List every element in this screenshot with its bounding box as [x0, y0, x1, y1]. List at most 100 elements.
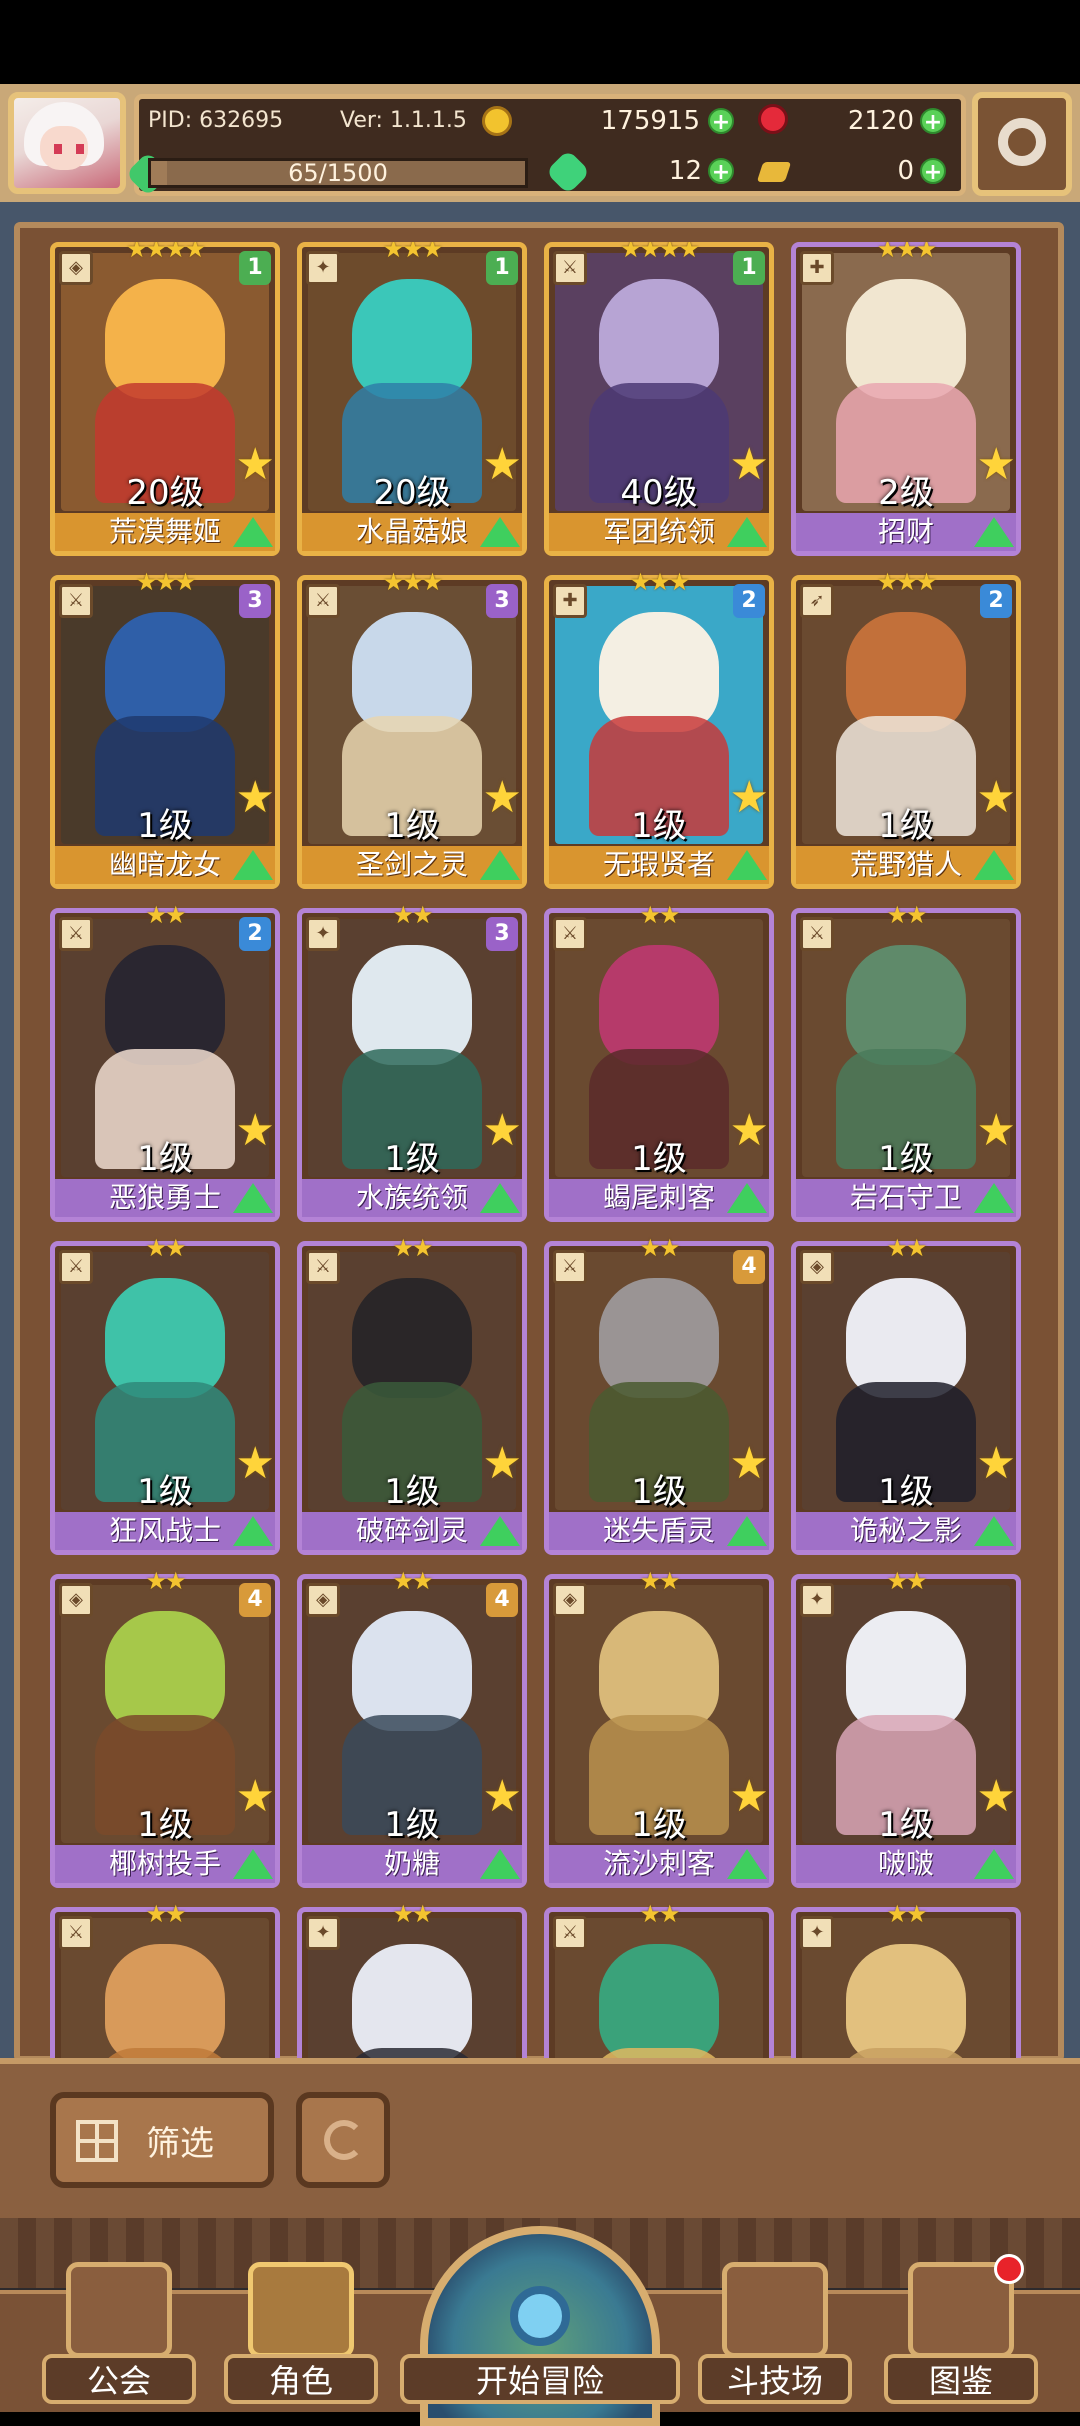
player-avatar[interactable]	[8, 92, 126, 194]
star-upgrade-icon: ★	[235, 1438, 275, 1489]
character-card[interactable]: ★★ ⚔ 2 1级 ★ 恶狼勇士	[50, 901, 280, 1222]
add-clovers-button[interactable]: +	[708, 158, 734, 185]
sword-icon: ⚔	[306, 1250, 340, 1284]
level-up-arrow-icon[interactable]	[727, 1183, 767, 1213]
level-up-arrow-icon[interactable]	[480, 1183, 520, 1213]
character-card[interactable]: ★★ ⚔ 1级 ★ 破碎剑灵	[297, 1234, 527, 1555]
character-card[interactable]: ★★ ⚔ 1级 ★ 蝎尾刺客	[544, 901, 774, 1222]
character-card[interactable]: ★★ ◈ 4 1级 ★ 奶糖	[297, 1567, 527, 1888]
portrait-hair	[352, 1611, 472, 1731]
character-card[interactable]: ★★ ⚔	[50, 1900, 280, 2062]
level-up-arrow-icon[interactable]	[480, 1516, 520, 1546]
rank-badge: 4	[239, 1583, 271, 1617]
sword-icon: ⚔	[59, 584, 93, 618]
character-card[interactable]: ★★★ ➶ 2 1级 ★ 荒野猎人	[791, 568, 1021, 889]
portrait-hair	[599, 1611, 719, 1731]
level-up-arrow-icon[interactable]	[727, 850, 767, 880]
star-upgrade-icon: ★	[235, 1771, 275, 1822]
character-card[interactable]: ★★ ✦ 1级 ★ 啵啵	[791, 1567, 1021, 1888]
portrait-hair	[599, 1944, 719, 2062]
level-up-arrow-icon[interactable]	[233, 1849, 273, 1879]
cross-icon: ✚	[553, 584, 587, 618]
level-up-arrow-icon[interactable]	[974, 1183, 1014, 1213]
character-card[interactable]: ★★ ⚔ 1级 ★ 岩石守卫	[791, 901, 1021, 1222]
avatar-eye	[54, 144, 62, 154]
character-card[interactable]: ★★ ◈ 4 1级 ★ 椰树投手	[50, 1567, 280, 1888]
portrait-hair	[105, 945, 225, 1065]
character-card[interactable]: ★★ ✦ 3 1级 ★ 水族统领	[297, 901, 527, 1222]
character-card[interactable]: ★★ ⚔ 1级 ★ 狂风战士	[50, 1234, 280, 1555]
sword-icon: ⚔	[553, 1916, 587, 1950]
character-card[interactable]: ★★ ⚔ 4 1级 ★ 迷失盾灵	[544, 1234, 774, 1555]
level-up-arrow-icon[interactable]	[480, 1849, 520, 1879]
level-up-arrow-icon[interactable]	[233, 850, 273, 880]
star-upgrade-icon: ★	[729, 772, 769, 823]
level-up-arrow-icon[interactable]	[974, 850, 1014, 880]
filter-button[interactable]: 筛选	[50, 2092, 274, 2188]
nav-adventure-label: 开始冒险	[400, 2354, 680, 2404]
rank-badge: 2	[733, 584, 765, 618]
sword-icon: ⚔	[553, 1250, 587, 1284]
level-up-arrow-icon[interactable]	[233, 1183, 273, 1213]
rank-badge: 3	[486, 917, 518, 951]
character-card[interactable]: ★★★ ⚔ 3 1级 ★ 幽暗龙女	[50, 568, 280, 889]
nav-guild[interactable]: 公会	[42, 2262, 196, 2408]
character-card[interactable]: ★★★★ ⚔ 1 40级 ★ 军团统领	[544, 242, 774, 556]
level-up-arrow-icon[interactable]	[727, 1516, 767, 1546]
character-grid[interactable]: ★★★★ ◈ 1 20级 ★ 荒漠舞姬 ★★★ ✦ 1 20级 ★ 水晶菇娘 ★★★★ ⚔ 1 40级 ★ 军团统…	[50, 242, 1030, 2062]
staff-icon: ✦	[800, 1583, 834, 1617]
level-up-arrow-icon[interactable]	[727, 517, 767, 547]
level-up-arrow-icon[interactable]	[233, 517, 273, 547]
level-up-arrow-icon[interactable]	[480, 850, 520, 880]
portrait-hair	[846, 1611, 966, 1731]
sword-icon: ⚔	[306, 584, 340, 618]
star-upgrade-icon: ★	[976, 1105, 1016, 1156]
add-keys-button[interactable]: +	[920, 158, 946, 185]
portrait-hair	[846, 1944, 966, 2062]
character-card[interactable]: ★★ ◈ 1级 ★ 诡秘之影	[791, 1234, 1021, 1555]
star-upgrade-icon: ★	[729, 1105, 769, 1156]
character-card[interactable]: ★★ ✦	[791, 1900, 1021, 2062]
rank-badge: 2	[239, 917, 271, 951]
sword-icon: ⚔	[59, 1250, 93, 1284]
portrait-hair	[846, 279, 966, 399]
portrait-hair	[105, 1944, 225, 2062]
rank-badge: 4	[733, 1250, 765, 1284]
sword-icon: ⚔	[553, 917, 587, 951]
level-up-arrow-icon[interactable]	[727, 1849, 767, 1879]
refresh-button[interactable]	[296, 2092, 390, 2188]
nav-character[interactable]: 角色	[224, 2262, 378, 2408]
level-up-arrow-icon[interactable]	[974, 1516, 1014, 1546]
character-card[interactable]: ★★ ⚔	[544, 1900, 774, 2062]
nav-start-adventure[interactable]: 开始冒险	[400, 2226, 680, 2426]
nav-character-label: 角色	[224, 2354, 378, 2404]
level-up-arrow-icon[interactable]	[480, 517, 520, 547]
sword-icon: ⚔	[553, 251, 587, 285]
portrait-hair	[599, 1278, 719, 1398]
star-upgrade-icon: ★	[482, 439, 522, 490]
add-rubies-button[interactable]: +	[920, 108, 946, 135]
rank-badge: 1	[239, 251, 271, 285]
level-up-arrow-icon[interactable]	[974, 517, 1014, 547]
portrait-hair	[105, 279, 225, 399]
nav-arena[interactable]: 斗技场	[698, 2262, 852, 2408]
character-card[interactable]: ★★★ ⚔ 3 1级 ★ 圣剑之灵	[297, 568, 527, 889]
guild-house-icon	[66, 2262, 172, 2358]
character-card[interactable]: ★★ ◈ 1级 ★ 流沙刺客	[544, 1567, 774, 1888]
level-up-arrow-icon[interactable]	[974, 1849, 1014, 1879]
grid-icon	[76, 2120, 118, 2162]
character-card[interactable]: ★★★★ ◈ 1 20级 ★ 荒漠舞姬	[50, 242, 280, 556]
character-card[interactable]: ★★★ ✚ 2级 ★ 招财	[791, 242, 1021, 556]
settings-button[interactable]	[972, 92, 1072, 196]
filter-label: 筛选	[146, 2124, 214, 2164]
character-card[interactable]: ★★ ✦	[297, 1900, 527, 2062]
staff-icon: ✦	[800, 1916, 834, 1950]
character-card[interactable]: ★★★ ✚ 2 1级 ★ 无瑕贤者	[544, 568, 774, 889]
portrait-hair	[846, 612, 966, 732]
add-coins-button[interactable]: +	[708, 108, 734, 135]
portrait-hair	[846, 1278, 966, 1398]
level-up-arrow-icon[interactable]	[233, 1516, 273, 1546]
nav-guild-label: 公会	[42, 2354, 196, 2404]
character-card[interactable]: ★★★ ✦ 1 20级 ★ 水晶菇娘	[297, 242, 527, 556]
character-icon	[248, 2262, 354, 2358]
